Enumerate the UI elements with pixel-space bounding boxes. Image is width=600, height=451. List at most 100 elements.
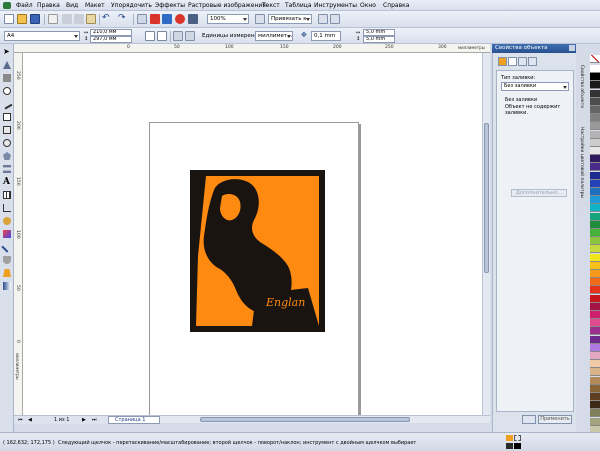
palette-swatch[interactable] — [590, 212, 600, 221]
palette-swatch[interactable] — [590, 270, 600, 278]
duplicate-y-field[interactable]: 5,0 mm — [363, 36, 395, 43]
zoom-tool-icon[interactable] — [3, 87, 11, 95]
duplicate-x-field[interactable]: 5,0 mm — [363, 29, 395, 36]
more-button[interactable]: Дополнительно... — [511, 189, 567, 197]
import-icon[interactable] — [150, 14, 160, 24]
menu-help[interactable]: Справка — [383, 2, 409, 9]
page-height-field[interactable]: 297,0 мм — [90, 36, 132, 43]
full-screen-icon[interactable] — [255, 14, 265, 24]
palette-swatch[interactable] — [590, 130, 600, 139]
palette-swatch[interactable] — [590, 188, 600, 196]
last-page-icon[interactable]: ⏭ — [92, 417, 97, 423]
basic-shapes-tool-icon[interactable] — [3, 165, 11, 173]
palette-swatch[interactable] — [590, 245, 600, 254]
palette-swatch[interactable] — [590, 147, 600, 155]
open-folder-icon[interactable] — [17, 14, 27, 24]
application-launcher-icon[interactable] — [188, 14, 198, 24]
text-tool-icon[interactable]: A — [3, 178, 11, 187]
pick-tool-icon[interactable]: ➤ — [3, 48, 11, 56]
tab-object-properties[interactable]: Свойства объекта — [579, 65, 584, 108]
smart-fill-tool-icon[interactable] — [3, 113, 11, 121]
cut-icon[interactable] — [62, 14, 72, 24]
menu-file[interactable]: Файл — [16, 2, 33, 9]
crop-tool-icon[interactable] — [3, 74, 11, 82]
lock-icon[interactable] — [522, 415, 536, 424]
fill-tool-icon[interactable] — [3, 269, 11, 277]
menu-edit[interactable]: Правка — [37, 2, 60, 9]
page-size-select[interactable]: A4 — [4, 31, 80, 41]
menu-layout[interactable]: Макет — [85, 2, 105, 9]
redo-icon[interactable]: ↷ — [118, 14, 128, 24]
all-pages-icon[interactable] — [173, 31, 183, 41]
palette-swatch[interactable] — [590, 253, 600, 262]
palette-swatch[interactable] — [590, 155, 600, 164]
units-select[interactable]: миллимет... — [255, 31, 293, 41]
horizontal-scrollbar[interactable] — [160, 415, 490, 423]
page-width-field[interactable]: 210,0 мм — [90, 29, 132, 36]
connector-tool-icon[interactable] — [3, 217, 11, 225]
palette-swatch[interactable] — [590, 311, 600, 319]
shape-tool-icon[interactable] — [3, 61, 11, 69]
menu-table[interactable]: Таблица — [285, 2, 312, 9]
menu-text[interactable]: Текст — [262, 2, 280, 9]
outline-tab-icon[interactable] — [508, 57, 517, 66]
palette-swatch[interactable] — [590, 286, 600, 295]
landscape-icon[interactable] — [157, 31, 167, 41]
current-page-icon[interactable] — [185, 31, 195, 41]
artwork-image[interactable]: Englan — [190, 170, 325, 332]
menu-view[interactable]: Вид — [66, 2, 78, 9]
dimension-tool-icon[interactable] — [3, 204, 11, 212]
new-document-icon[interactable] — [4, 14, 14, 24]
ellipse-tool-icon[interactable] — [3, 139, 11, 147]
palette-swatch[interactable] — [590, 89, 600, 98]
no-color-swatch[interactable] — [590, 55, 600, 63]
summary-tab-icon[interactable] — [528, 57, 537, 66]
docker-close-icon[interactable] — [569, 45, 575, 51]
palette-swatch[interactable] — [590, 376, 600, 385]
palette-swatch[interactable] — [590, 278, 600, 287]
portrait-icon[interactable] — [145, 31, 155, 41]
palette-swatch[interactable] — [590, 229, 600, 237]
palette-swatch[interactable] — [590, 179, 600, 188]
horizontal-scroll-thumb[interactable] — [200, 417, 410, 422]
tab-page-1[interactable]: Страница 1 — [108, 416, 160, 424]
menu-window[interactable]: Окно — [360, 2, 376, 9]
menu-bitmaps[interactable]: Растровые изображения — [188, 2, 266, 9]
nudge-distance-field[interactable]: 0,1 mm — [311, 31, 341, 41]
palette-swatch[interactable] — [590, 384, 600, 393]
palette-swatch[interactable] — [590, 401, 600, 410]
menu-effects[interactable]: Эффекты — [155, 2, 185, 9]
tab-palette-settings[interactable]: Настройки цветовой палитры — [579, 127, 584, 198]
publish-pdf-icon[interactable] — [175, 14, 185, 24]
zoom-level-select[interactable]: 100% — [207, 14, 249, 24]
fill-tab-icon[interactable] — [498, 57, 507, 66]
options-icon[interactable] — [330, 14, 340, 24]
palette-swatch[interactable] — [590, 73, 600, 82]
palette-swatch[interactable] — [590, 114, 600, 123]
palette-swatch[interactable] — [590, 360, 600, 369]
palette-swatch[interactable] — [590, 171, 600, 180]
export-icon[interactable] — [162, 14, 172, 24]
undo-icon[interactable]: ↶ — [102, 14, 112, 24]
palette-swatch[interactable] — [590, 204, 600, 213]
palette-swatch[interactable] — [590, 327, 600, 336]
palette-swatch[interactable] — [590, 97, 600, 106]
vertical-scrollbar[interactable] — [482, 53, 490, 415]
fill-type-select[interactable]: Без заливки — [501, 82, 569, 91]
palette-swatch[interactable] — [590, 417, 600, 426]
palette-swatch[interactable] — [590, 163, 600, 172]
eyedropper-tool-icon[interactable] — [1, 241, 13, 253]
apply-button[interactable]: Применить — [538, 415, 572, 424]
palette-swatch[interactable] — [590, 409, 600, 418]
snap-to-select[interactable]: Привязать к — [268, 14, 312, 24]
palette-swatch[interactable] — [590, 294, 600, 303]
table-tool-icon[interactable] — [3, 191, 11, 199]
menu-tools[interactable]: Инструменты — [314, 2, 357, 9]
copy-icon[interactable] — [74, 14, 84, 24]
palette-swatch[interactable] — [590, 302, 600, 311]
prev-page-icon[interactable]: ◀ — [28, 417, 32, 423]
palette-swatch[interactable] — [590, 65, 600, 73]
vertical-scroll-thumb[interactable] — [484, 123, 489, 273]
palette-swatch[interactable] — [590, 352, 600, 360]
interactive-fill-tool-icon[interactable] — [3, 282, 11, 290]
